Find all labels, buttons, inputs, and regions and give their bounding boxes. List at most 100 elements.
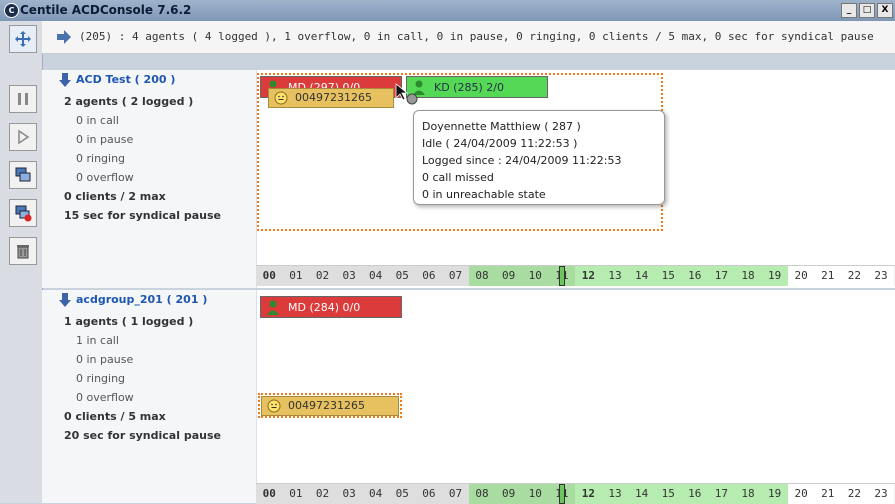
call-number: 00497231265 [288, 399, 365, 412]
move-button[interactable] [9, 25, 37, 53]
timeline-hour: 17 [708, 484, 735, 504]
connect-button[interactable] [9, 161, 37, 189]
timeline-hour: 14 [628, 266, 655, 286]
timeline-hour: 23 [867, 484, 895, 504]
in-call-count: 1 in call [76, 334, 119, 347]
left-toolbar [0, 21, 43, 503]
agent-box-md-284[interactable]: MD (284) 0/0 [260, 296, 402, 318]
disconnect-button[interactable] [9, 199, 37, 227]
call-box[interactable]: 00497231265 [268, 88, 394, 108]
tooltip-idle: Idle ( 24/04/2009 11:22:53 ) [422, 137, 578, 150]
timeline-hour: 15 [654, 266, 682, 286]
tooltip-missed: 0 call missed [422, 171, 494, 184]
current-time-marker[interactable] [558, 484, 565, 504]
summary-bar: (205) : 4 agents ( 4 logged ), 1 overflo… [42, 21, 895, 54]
timeline-hour: 10 [521, 266, 549, 286]
smiley-icon [274, 91, 288, 105]
ringing-count: 0 ringing [76, 372, 126, 385]
timeline-hour: 13 [601, 266, 629, 286]
agent-label: MD (284) 0/0 [288, 301, 361, 314]
timeline-hour: 04 [362, 266, 389, 286]
timeline-hour: 16 [681, 484, 709, 504]
timeline-hour: 21 [814, 484, 842, 504]
in-pause-count: 0 in pause [76, 133, 134, 146]
group-stats: acdgroup_201 ( 201 ) 1 agents ( 1 logged… [42, 290, 257, 503]
timeline-hour: 09 [495, 266, 522, 286]
syndical-pause: 20 sec for syndical pause [64, 429, 221, 442]
timeline-hour: 02 [309, 484, 336, 504]
pause-icon [18, 93, 28, 105]
timeline-hour: 07 [442, 484, 469, 504]
agent-label: KD (285) 2/0 [434, 81, 504, 94]
group-stats: ACD Test ( 200 ) 2 agents ( 2 logged ) 0… [42, 70, 257, 288]
timeline-hour: 20 [787, 266, 815, 286]
call-box[interactable]: 00497231265 [261, 396, 399, 416]
agents-count: 1 agents ( 1 logged ) [64, 315, 194, 328]
arrow-down-icon [59, 73, 71, 87]
timeline-hour: 12 [575, 266, 602, 286]
timeline-hour: 08 [468, 484, 496, 504]
timeline-hour: 08 [468, 266, 496, 286]
call-number: 00497231265 [295, 91, 372, 104]
timeline-hour: 22 [841, 266, 868, 286]
overflow-count: 0 overflow [76, 171, 134, 184]
computers-icon [15, 167, 31, 182]
timeline-hour: 06 [415, 266, 443, 286]
maximize-button[interactable]: □ [859, 3, 875, 18]
play-icon [18, 129, 30, 145]
pause-button[interactable] [9, 85, 37, 113]
timeline-hour: 10 [521, 484, 549, 504]
timeline-hour: 17 [708, 266, 735, 286]
timeline-hour: 15 [654, 484, 682, 504]
in-pause-count: 0 in pause [76, 353, 134, 366]
timeline-hour: 05 [388, 484, 416, 504]
acd-group-201: acdgroup_201 ( 201 ) 1 agents ( 1 logged… [42, 290, 895, 503]
close-button[interactable]: X [877, 3, 893, 18]
agent-person-icon [267, 300, 279, 315]
app-logo-icon: C [4, 3, 19, 18]
timeline-hour: 09 [495, 484, 522, 504]
tooltip-unreachable: 0 in unreachable state [422, 188, 546, 201]
timeline-hour: 19 [761, 266, 788, 286]
timeline-group-201: 0001020304050607080910111213141516171819… [256, 483, 895, 504]
timeline-hour: 22 [841, 484, 868, 504]
agent-box-kd-285[interactable]: KD (285) 2/0 [406, 76, 548, 98]
summary-text: (205) : 4 agents ( 4 logged ), 1 overflo… [79, 30, 874, 43]
timeline-hour: 13 [601, 484, 629, 504]
timeline-hour: 23 [867, 266, 895, 286]
in-call-count: 0 in call [76, 114, 119, 127]
timeline-hour: 20 [787, 484, 815, 504]
syndical-pause: 15 sec for syndical pause [64, 209, 221, 222]
timeline-hour: 07 [442, 266, 469, 286]
timeline-hour: 16 [681, 266, 709, 286]
timeline-hour: 18 [734, 266, 762, 286]
ringing-count: 0 ringing [76, 152, 126, 165]
timeline-hour: 01 [282, 484, 310, 504]
current-time-marker[interactable] [558, 266, 565, 286]
timeline-hour: 21 [814, 266, 842, 286]
overflow-count: 0 overflow [76, 391, 134, 404]
smiley-icon [267, 399, 281, 413]
timeline-hour: 03 [335, 484, 363, 504]
arrow-right-icon [57, 30, 71, 44]
play-button[interactable] [9, 123, 37, 151]
timeline-hour: 00 [256, 266, 283, 286]
agent-tooltip: Doyennette Matthiew ( 287 ) Idle ( 24/04… [413, 110, 665, 205]
timeline-hour: 06 [415, 484, 443, 504]
trash-button[interactable] [9, 237, 37, 265]
mouse-cursor-icon [395, 83, 418, 105]
tooltip-name: Doyennette Matthiew ( 287 ) [422, 120, 581, 133]
group-name[interactable]: ACD Test ( 200 ) [76, 73, 175, 86]
clients-count: 0 clients / 2 max [64, 190, 166, 203]
minimize-button[interactable]: _ [841, 3, 857, 18]
title-bar: C Centile ACDConsole 7.6.2 _ □ X [0, 0, 895, 22]
timeline-group-200: 0001020304050607080910111213141516171819… [256, 265, 895, 286]
timeline-hour: 14 [628, 484, 655, 504]
arrow-down-icon [59, 293, 71, 307]
computers-disconnect-icon [15, 205, 32, 222]
group-name[interactable]: acdgroup_201 ( 201 ) [76, 293, 207, 306]
agents-count: 2 agents ( 2 logged ) [64, 95, 194, 108]
clients-count: 0 clients / 5 max [64, 410, 166, 423]
timeline-hour: 03 [335, 266, 363, 286]
window-title: Centile ACDConsole 7.6.2 [20, 3, 192, 17]
